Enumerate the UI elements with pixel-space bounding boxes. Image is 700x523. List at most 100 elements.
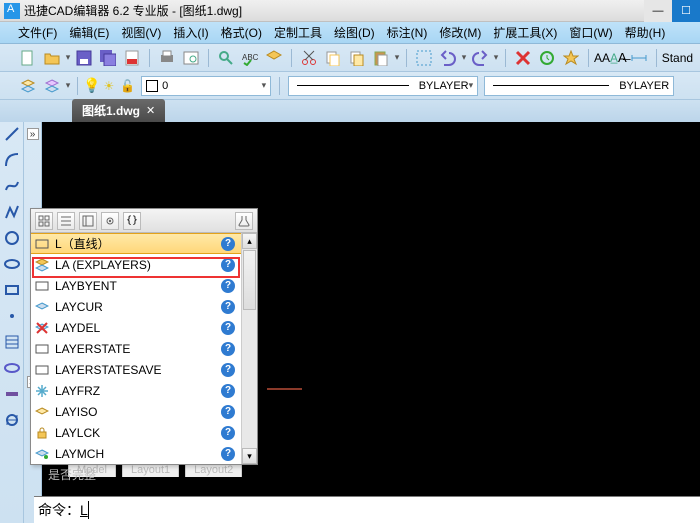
popup-item-laylck[interactable]: LAYLCK ? <box>31 422 241 443</box>
menu-edit[interactable]: 编辑(E) <box>69 24 109 41</box>
scroll-thumb[interactable] <box>243 250 256 310</box>
document-tab[interactable]: 图纸1.dwg ✕ <box>72 99 165 122</box>
open-icon[interactable] <box>42 48 62 68</box>
layer-dropdown[interactable]: ▾ <box>64 80 72 91</box>
save-icon[interactable] <box>74 48 94 68</box>
popup-beaker-icon[interactable] <box>235 212 253 230</box>
help-icon[interactable]: ? <box>221 384 235 398</box>
open-dropdown[interactable]: ▾ <box>64 52 72 63</box>
circle-icon[interactable] <box>4 230 20 246</box>
popup-grid-icon[interactable] <box>35 212 53 230</box>
rectangle-icon[interactable] <box>4 282 20 298</box>
menu-format[interactable]: 格式(O) <box>221 24 262 41</box>
menu-help[interactable]: 帮助(H) <box>625 24 666 41</box>
close-tab-icon[interactable]: ✕ <box>146 104 155 117</box>
ellipse2-icon[interactable] <box>4 360 20 376</box>
popup-item-l[interactable]: L（直线） ? <box>31 233 241 254</box>
polyline-icon[interactable] <box>4 204 20 220</box>
ellipse-icon[interactable] <box>4 256 20 272</box>
star-icon[interactable] <box>561 48 581 68</box>
audit-icon[interactable] <box>537 48 557 68</box>
copyspecial-icon[interactable] <box>347 48 367 68</box>
pdf-icon[interactable] <box>122 48 142 68</box>
menu-modify[interactable]: 修改(M) <box>439 24 481 41</box>
popup-gear-icon[interactable] <box>101 212 119 230</box>
undo-dropdown[interactable]: ▾ <box>460 52 468 63</box>
popup-item-la[interactable]: LA (EXPLAYERS) ? <box>31 254 241 275</box>
help-icon[interactable]: ? <box>221 363 235 377</box>
layer1-icon[interactable] <box>18 76 38 96</box>
new-icon[interactable] <box>18 48 38 68</box>
sun-icon[interactable]: ☀ <box>103 79 114 93</box>
saveall-icon[interactable] <box>98 48 118 68</box>
help-icon[interactable]: ? <box>221 279 235 293</box>
text-a2-icon[interactable]: A <box>602 51 610 65</box>
help-icon[interactable]: ? <box>221 342 235 356</box>
cut-icon[interactable] <box>299 48 319 68</box>
arc-icon[interactable] <box>4 152 20 168</box>
menu-insert[interactable]: 插入(I) <box>173 24 208 41</box>
popup-scrollbar[interactable]: ▴ ▾ <box>241 233 257 464</box>
expand-icon[interactable]: » <box>27 128 39 140</box>
help-icon[interactable]: ? <box>221 321 235 335</box>
help-icon[interactable]: ? <box>221 300 235 314</box>
linetype-combo[interactable]: BYLAYER ▾ <box>288 76 478 96</box>
menu-view[interactable]: 视图(V) <box>121 24 161 41</box>
wipeout-icon[interactable] <box>4 386 20 402</box>
copy-icon[interactable] <box>323 48 343 68</box>
line-icon[interactable] <box>4 126 20 142</box>
scroll-up-icon[interactable]: ▴ <box>242 233 257 249</box>
text-a3-icon[interactable]: A̲ <box>610 51 618 65</box>
popup-tree-icon[interactable] <box>79 212 97 230</box>
popup-item-layerstatesave[interactable]: LAYERSTATESAVE ? <box>31 359 241 380</box>
layer-combo[interactable]: 0 ▾ <box>141 76 271 96</box>
layer2-icon[interactable] <box>42 76 62 96</box>
spell-icon[interactable]: ABC <box>240 48 260 68</box>
popup-list-icon[interactable] <box>57 212 75 230</box>
sync-icon[interactable] <box>4 412 20 428</box>
menu-ext[interactable]: 扩展工具(X) <box>493 24 557 41</box>
style-combo[interactable]: Stand <box>662 51 693 65</box>
paste-icon[interactable] <box>371 48 391 68</box>
bulb-icon[interactable]: 💡 <box>83 77 100 94</box>
help-icon[interactable]: ? <box>221 405 235 419</box>
hatch-icon[interactable] <box>4 334 20 350</box>
popup-item-laycur[interactable]: LAYCUR ? <box>31 296 241 317</box>
undo-icon[interactable] <box>438 48 458 68</box>
popup-brackets-icon[interactable]: {} <box>123 212 141 230</box>
menu-dim[interactable]: 标注(N) <box>387 24 428 41</box>
delete-icon[interactable] <box>513 48 533 68</box>
popup-item-layfrz[interactable]: LAYFRZ ? <box>31 380 241 401</box>
popup-item-laybyent[interactable]: LAYBYENT ? <box>31 275 241 296</box>
print-icon[interactable] <box>157 48 177 68</box>
paste-dropdown[interactable]: ▾ <box>393 52 401 63</box>
maximize-button[interactable]: ☐ <box>672 0 700 22</box>
find-icon[interactable] <box>216 48 236 68</box>
redo-dropdown[interactable]: ▾ <box>492 52 500 63</box>
text-a1-icon[interactable]: A <box>594 51 602 65</box>
redo-icon[interactable] <box>470 48 490 68</box>
popup-item-laymch[interactable]: LAYMCH ? <box>31 443 241 464</box>
text-a4-icon[interactable]: A̶ <box>618 50 627 65</box>
minimize-button[interactable]: — <box>644 0 672 22</box>
menu-draw[interactable]: 绘图(D) <box>334 24 375 41</box>
menu-custom[interactable]: 定制工具 <box>274 24 322 41</box>
layers-icon[interactable] <box>264 48 284 68</box>
popup-item-layiso[interactable]: LAYISO ? <box>31 401 241 422</box>
menu-window[interactable]: 窗口(W) <box>569 24 612 41</box>
menu-file[interactable]: 文件(F) <box>18 24 57 41</box>
point-icon[interactable] <box>4 308 20 324</box>
dim-icon[interactable] <box>629 48 649 68</box>
select-icon[interactable] <box>414 48 434 68</box>
help-icon[interactable]: ? <box>221 258 235 272</box>
lineweight-combo[interactable]: BYLAYER <box>484 76 674 96</box>
scroll-down-icon[interactable]: ▾ <box>242 448 257 464</box>
lock2-icon[interactable]: 🔓 <box>120 79 135 93</box>
spline-icon[interactable] <box>4 178 20 194</box>
command-bar[interactable]: 命令： L <box>34 496 700 523</box>
help-icon[interactable]: ? <box>221 447 235 461</box>
popup-item-layerstate[interactable]: LAYERSTATE ? <box>31 338 241 359</box>
preview-icon[interactable] <box>181 48 201 68</box>
help-icon[interactable]: ? <box>221 426 235 440</box>
popup-item-laydel[interactable]: LAYDEL ? <box>31 317 241 338</box>
